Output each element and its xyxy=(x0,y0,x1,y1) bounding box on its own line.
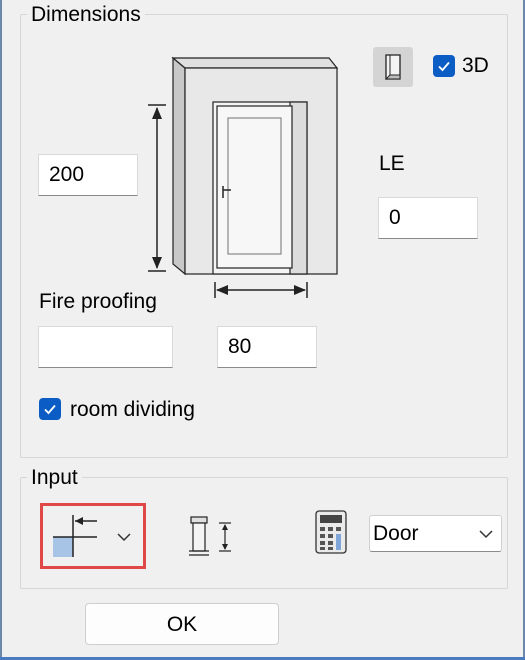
le-label: LE xyxy=(379,152,405,175)
door-frame-illustration xyxy=(171,56,339,276)
checkmark-icon xyxy=(44,404,56,415)
fire-proofing-label: Fire proofing xyxy=(39,290,157,313)
checkmark-icon xyxy=(438,61,450,72)
room-dividing-label: room dividing xyxy=(70,398,195,421)
fire-proofing-input[interactable] xyxy=(38,326,173,368)
width-input[interactable] xyxy=(217,326,317,368)
room-dividing-checkbox[interactable] xyxy=(39,398,61,420)
calculator-icon[interactable] xyxy=(315,510,347,554)
door-view-icon xyxy=(384,54,401,80)
view-toggle-button[interactable] xyxy=(373,47,413,87)
le-input[interactable] xyxy=(378,197,478,239)
placement-mode-icon xyxy=(53,515,97,557)
ok-button[interactable]: OK xyxy=(85,603,279,645)
height-input[interactable] xyxy=(38,154,138,196)
type-select-value: Door xyxy=(373,522,419,545)
height-dimension-arrow xyxy=(148,104,166,272)
type-select[interactable]: Door xyxy=(369,515,502,552)
frame-height-icon[interactable] xyxy=(187,511,233,557)
width-dimension-arrow xyxy=(214,282,308,298)
placement-mode-dropdown[interactable] xyxy=(40,503,146,569)
chevron-down-icon xyxy=(479,530,493,539)
three-d-checkbox[interactable] xyxy=(433,55,455,77)
dimensions-group-label: Dimensions xyxy=(27,3,145,27)
window-border-left xyxy=(0,0,2,660)
input-group-label: Input xyxy=(27,466,82,490)
three-d-label: 3D xyxy=(462,54,489,77)
chevron-down-icon xyxy=(117,533,131,542)
ok-button-label: OK xyxy=(166,613,198,636)
